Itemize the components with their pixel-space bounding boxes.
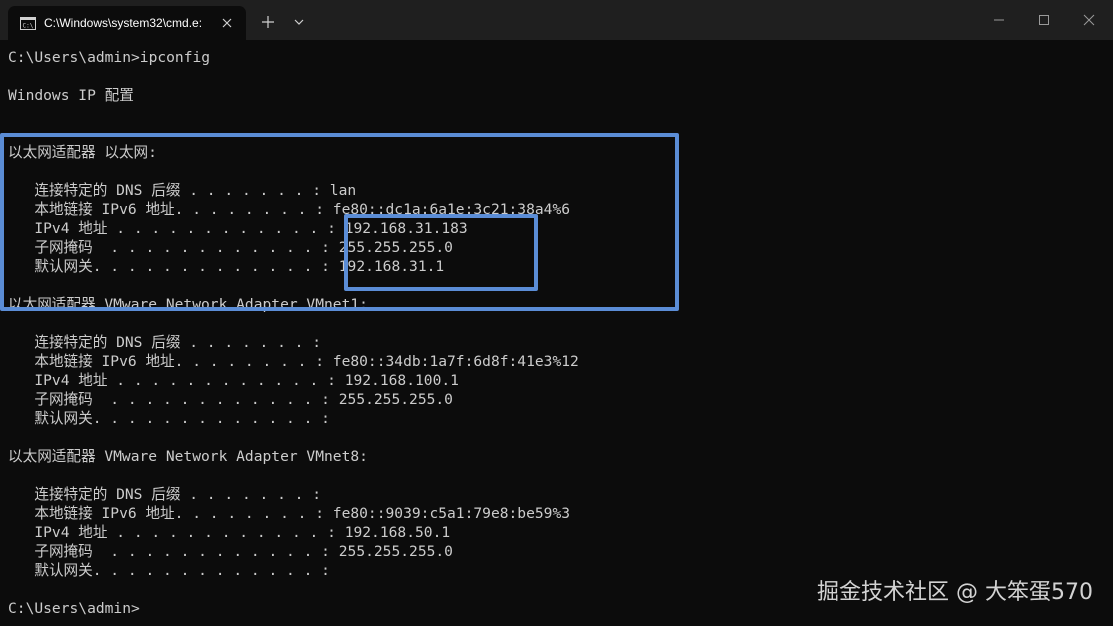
terminal-line: 默认网关. . . . . . . . . . . . . : 192.168.… [8, 258, 445, 275]
terminal-line: 以太网适配器 VMware Network Adapter VMnet8: [8, 448, 368, 465]
terminal-line: 以太网适配器 VMware Network Adapter VMnet1: [8, 296, 368, 313]
minimize-icon[interactable] [976, 0, 1022, 40]
terminal-line: Windows IP 配置 [8, 87, 134, 104]
terminal-line: C:\Users\admin>ipconfig [8, 49, 211, 66]
terminal-line: 连接特定的 DNS 后缀 . . . . . . . : [8, 486, 322, 503]
terminal-line: 子网掩码 . . . . . . . . . . . . : 255.255.2… [8, 543, 453, 560]
terminal-output[interactable]: C:\Users\admin>ipconfig Windows IP 配置以太网适… [8, 48, 1108, 618]
terminal-line: 默认网关. . . . . . . . . . . . . : [8, 410, 330, 427]
terminal-line: IPv4 地址 . . . . . . . . . . . . : 192.16… [8, 524, 451, 541]
tab-title: C:\Windows\system32\cmd.e: [44, 16, 203, 30]
terminal-line: 本地链接 IPv6 地址. . . . . . . . : fe80::dc1a… [8, 201, 571, 218]
tab-cmd[interactable]: C:\ C:\Windows\system32\cmd.e: [8, 6, 246, 40]
terminal-line: 连接特定的 DNS 后缀 . . . . . . . : lan [8, 182, 357, 199]
new-tab-icon[interactable] [258, 12, 278, 32]
terminal-line: 子网掩码 . . . . . . . . . . . . : 255.255.2… [8, 391, 453, 408]
close-icon[interactable] [1066, 0, 1112, 40]
cmd-icon: C:\ [20, 17, 36, 30]
terminal-line: IPv4 地址 . . . . . . . . . . . . : 192.16… [8, 220, 468, 237]
terminal-line: 连接特定的 DNS 后缀 . . . . . . . : [8, 334, 322, 351]
terminal-line: 子网掩码 . . . . . . . . . . . . : 255.255.2… [8, 239, 453, 256]
maximize-icon[interactable] [1021, 0, 1067, 40]
svg-text:C:\: C:\ [23, 23, 34, 30]
terminal-line: 本地链接 IPv6 地址. . . . . . . . : fe80::9039… [8, 505, 571, 522]
chevron-down-icon[interactable] [289, 12, 309, 32]
watermark: 掘金技术社区 @ 大笨蛋570 [817, 580, 1093, 605]
terminal-line: 以太网适配器 以太网: [8, 144, 157, 161]
terminal-window: C:\ C:\Windows\system32\cmd.e: C:\Users\… [0, 0, 1113, 626]
tab-close-icon[interactable] [218, 14, 236, 32]
title-bar[interactable]: C:\ C:\Windows\system32\cmd.e: [0, 0, 1113, 40]
terminal-line: 本地链接 IPv6 地址. . . . . . . . : fe80::34db… [8, 353, 579, 370]
terminal-line: IPv4 地址 . . . . . . . . . . . . : 192.16… [8, 372, 459, 389]
